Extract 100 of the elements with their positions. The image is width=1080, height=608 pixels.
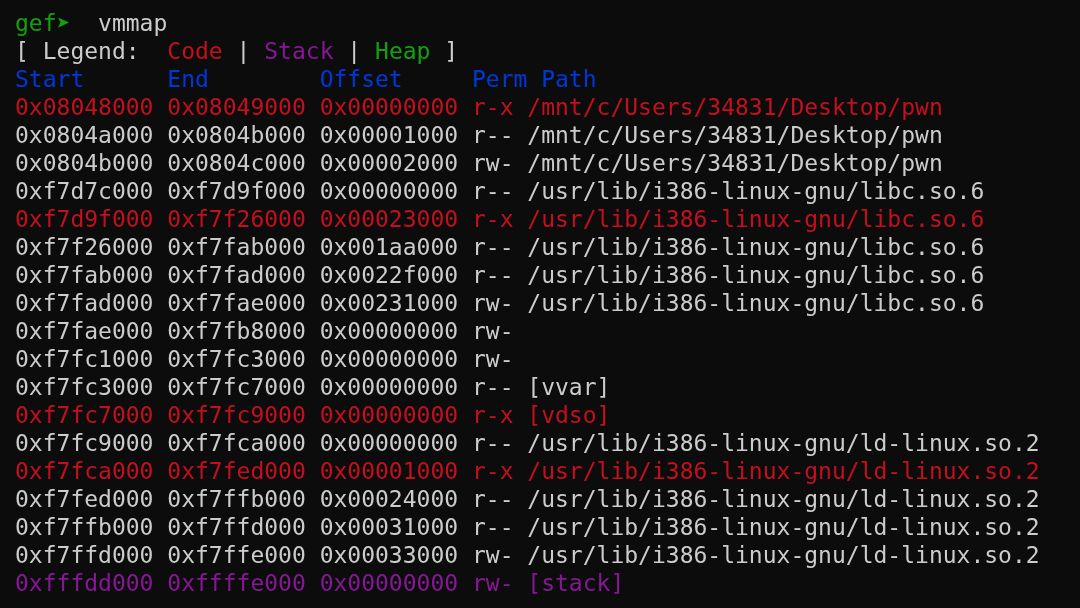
- offset-cell: 0x00001000: [319, 457, 459, 485]
- prompt-label: gef➤: [15, 9, 71, 37]
- address-cell: 0xf7fae000: [15, 317, 154, 345]
- perm-cell: r-x: [471, 93, 514, 121]
- address-cell: 0xf7d9f000: [15, 205, 154, 233]
- offset-cell: 0x00000000: [319, 373, 459, 401]
- path-cell: /mnt/c/Users/34831/Desktop/pwn: [527, 121, 943, 149]
- address-cell: 0xf7fb8000: [167, 317, 306, 345]
- perm-cell: rw-: [471, 541, 514, 569]
- address-cell: 0x0804b000: [167, 121, 306, 149]
- offset-cell: 0x00000000: [319, 177, 459, 205]
- offset-cell: 0x00000000: [319, 569, 459, 597]
- address-cell: 0xf7f26000: [15, 233, 154, 261]
- perm-cell: rw-: [471, 345, 514, 373]
- address-cell: 0xf7fad000: [167, 261, 306, 289]
- offset-cell: 0x00002000: [319, 149, 459, 177]
- address-cell: 0xf7d7c000: [15, 177, 154, 205]
- address-cell: 0xf7ffe000: [167, 541, 306, 569]
- address-cell: 0xf7fc1000: [15, 345, 154, 373]
- legend-text: [ Legend:: [15, 37, 140, 65]
- path-cell: /mnt/c/Users/34831/Desktop/pwn: [527, 149, 943, 177]
- address-cell: 0xf7fc9000: [15, 429, 154, 457]
- column-header: Path: [541, 65, 597, 93]
- perm-cell: r--: [471, 429, 514, 457]
- address-cell: 0xf7fab000: [15, 261, 154, 289]
- address-cell: 0xf7f26000: [167, 205, 306, 233]
- column-header: Start: [15, 65, 86, 93]
- address-cell: 0x0804a000: [15, 121, 154, 149]
- offset-cell: 0x00000000: [319, 429, 459, 457]
- path-cell: /usr/lib/i386-linux-gnu/libc.so.6: [527, 261, 985, 289]
- offset-cell: 0x00001000: [319, 121, 459, 149]
- address-cell: 0xf7ffb000: [167, 485, 306, 513]
- perm-cell: rw-: [471, 289, 514, 317]
- address-cell: 0xf7fed000: [167, 457, 306, 485]
- path-cell: [vvar]: [527, 373, 611, 401]
- column-header: Perm: [471, 65, 528, 93]
- address-cell: 0xf7fca000: [167, 429, 306, 457]
- perm-cell: rw-: [471, 317, 514, 345]
- path-cell: /usr/lib/i386-linux-gnu/libc.so.6: [527, 233, 985, 261]
- offset-cell: 0x00024000: [319, 485, 459, 513]
- column-header: Offset: [319, 65, 404, 93]
- offset-cell: 0x0022f000: [319, 261, 459, 289]
- address-cell: 0xf7fae000: [167, 289, 306, 317]
- address-cell: 0x08048000: [15, 93, 154, 121]
- address-cell: 0xf7fca000: [15, 457, 154, 485]
- address-cell: 0x0804b000: [15, 149, 154, 177]
- offset-cell: 0x00000000: [319, 401, 459, 429]
- path-cell: /usr/lib/i386-linux-gnu/ld-linux.so.2: [527, 513, 1040, 541]
- perm-cell: r--: [471, 177, 514, 205]
- path-cell: /usr/lib/i386-linux-gnu/ld-linux.so.2: [527, 541, 1040, 569]
- perm-cell: r--: [471, 121, 514, 149]
- perm-cell: r--: [471, 513, 514, 541]
- address-cell: 0xf7fad000: [15, 289, 154, 317]
- offset-cell: 0x00000000: [319, 345, 459, 373]
- legend-text: Code: [167, 37, 223, 65]
- perm-cell: r-x: [471, 205, 514, 233]
- offset-cell: 0x00000000: [319, 93, 459, 121]
- offset-cell: 0x00031000: [319, 513, 459, 541]
- legend-text: ]: [444, 37, 459, 65]
- perm-cell: rw-: [471, 569, 514, 597]
- perm-cell: r--: [471, 485, 514, 513]
- perm-cell: r-x: [471, 457, 514, 485]
- path-cell: /usr/lib/i386-linux-gnu/ld-linux.so.2: [527, 429, 1040, 457]
- legend-text: Stack: [264, 37, 334, 65]
- offset-cell: 0x00000000: [319, 317, 459, 345]
- address-cell: 0x08049000: [167, 93, 306, 121]
- perm-cell: r--: [471, 261, 514, 289]
- offset-cell: 0x00023000: [319, 205, 459, 233]
- offset-cell: 0x00231000: [319, 289, 459, 317]
- command-text: vmmap: [98, 9, 168, 37]
- path-cell: /usr/lib/i386-linux-gnu/ld-linux.so.2: [527, 457, 1040, 485]
- address-cell: 0x0804c000: [167, 149, 306, 177]
- address-cell: 0xf7ffd000: [167, 513, 306, 541]
- perm-cell: r--: [471, 373, 514, 401]
- address-cell: 0xf7fab000: [167, 233, 306, 261]
- address-cell: 0xffffe000: [167, 569, 306, 597]
- column-header: End: [167, 65, 210, 93]
- address-cell: 0xfffdd000: [15, 569, 154, 597]
- path-cell: /usr/lib/i386-linux-gnu/libc.so.6: [527, 177, 985, 205]
- offset-cell: 0x001aa000: [319, 233, 459, 261]
- address-cell: 0xf7ffb000: [15, 513, 154, 541]
- address-cell: 0xf7d9f000: [167, 177, 306, 205]
- perm-cell: r--: [471, 233, 514, 261]
- address-cell: 0xf7fc7000: [15, 401, 154, 429]
- offset-cell: 0x00033000: [319, 541, 459, 569]
- address-cell: 0xf7ffd000: [15, 541, 154, 569]
- path-cell: /usr/lib/i386-linux-gnu/libc.so.6: [527, 205, 985, 233]
- legend-text: |: [347, 37, 362, 65]
- perm-cell: rw-: [471, 149, 514, 177]
- legend-text: Heap: [375, 37, 431, 65]
- path-cell: /usr/lib/i386-linux-gnu/ld-linux.so.2: [527, 485, 1040, 513]
- address-cell: 0xf7fc3000: [167, 345, 306, 373]
- address-cell: 0xf7fed000: [15, 485, 154, 513]
- path-cell: [vdso]: [527, 401, 611, 429]
- path-cell: /mnt/c/Users/34831/Desktop/pwn: [527, 93, 943, 121]
- legend-text: |: [236, 37, 251, 65]
- address-cell: 0xf7fc3000: [15, 373, 154, 401]
- path-cell: /usr/lib/i386-linux-gnu/libc.so.6: [527, 289, 985, 317]
- address-cell: 0xf7fc9000: [167, 401, 306, 429]
- address-cell: 0xf7fc7000: [167, 373, 306, 401]
